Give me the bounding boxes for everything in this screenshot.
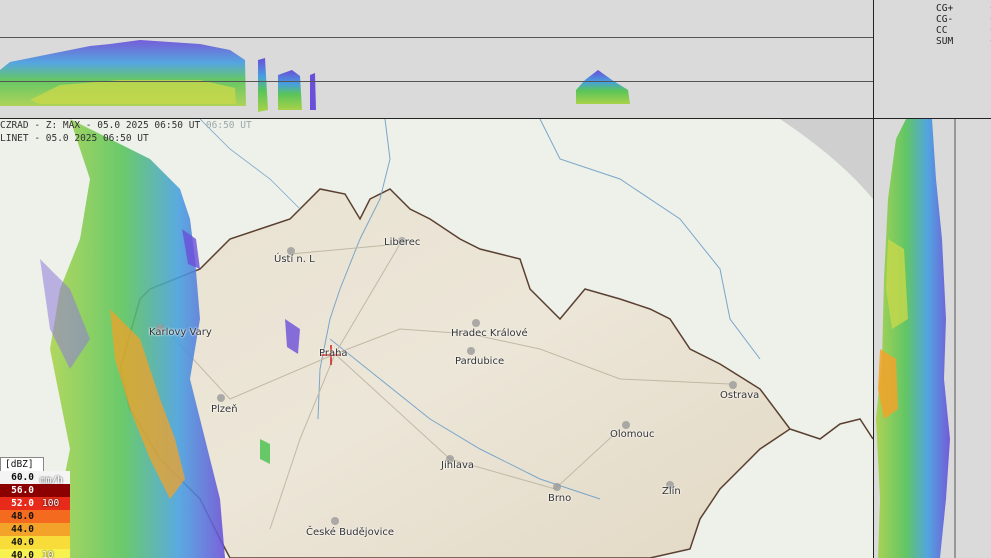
top-cross-section-panel [0, 0, 873, 118]
right-cross-section-panel [874, 119, 991, 558]
lightning-stats-table: CG+0 CG-0 CC0 SUM0 [936, 3, 991, 47]
city-dot [217, 394, 225, 402]
panel-divider-horizontal [0, 118, 991, 119]
map-header-text: CZRAD - Z: MAX - 05.0 2025 06:50 UT 06:5… [0, 119, 252, 145]
city-dot [622, 421, 630, 429]
city-dot [472, 319, 480, 327]
legend-row: 44.0 [0, 523, 70, 536]
radar-timestamp: CZRAD - Z: MAX - 05.0 2025 06:50 UT [0, 120, 201, 131]
top-cross-section-echo [0, 40, 630, 112]
city-label: Pardubice [455, 356, 505, 367]
radar-timestamp-faded: 06:50 UT [205, 120, 252, 131]
legend-row: 40.0 10 [0, 549, 70, 558]
cross-section-gridline [0, 37, 873, 38]
reflectivity-legend: [dBZ] mm/h 60.0 56.0 52.0 100 48.0 44.0 4… [0, 457, 70, 558]
legend-title: [dBZ] [0, 457, 44, 471]
lightning-stats-panel: CG+0 CG-0 CC0 SUM0 [874, 0, 991, 118]
panel-divider-vertical [873, 0, 874, 558]
radar-map[interactable]: CZRAD - Z: MAX - 05.0 2025 06:50 UT 06:5… [0, 119, 873, 558]
city-dot [553, 483, 561, 491]
city-label: Hradec Králové [451, 328, 528, 339]
city-label: Karlovy Vary [149, 327, 212, 338]
city-dot [331, 517, 339, 525]
city-label: Liberec [384, 237, 421, 248]
city-label: Olomouc [610, 429, 655, 440]
stat-row-cg-minus: CG-0 [936, 14, 991, 25]
cross-section-gridline [0, 81, 873, 82]
city-label: Plzeň [211, 404, 238, 415]
city-label: České Budějovice [306, 527, 395, 538]
city-label: Ostrava [720, 390, 760, 401]
right-cross-section-echo [876, 119, 956, 558]
legend-unit: mm/h [40, 475, 63, 486]
city-dot [729, 381, 737, 389]
stat-row-sum: SUM0 [936, 36, 991, 47]
city-dot [467, 347, 475, 355]
city-label: Ústí n. L [274, 254, 315, 265]
city-label: Zlín [662, 486, 681, 497]
map-background [40, 119, 873, 558]
stat-row-cg-plus: CG+0 [936, 3, 991, 14]
legend-row: 40.0 [0, 536, 70, 549]
city-label: Brno [548, 493, 572, 504]
legend-row: 52.0 100 [0, 497, 70, 510]
city-label: Jihlava [441, 460, 475, 471]
stat-row-cc: CC0 [936, 25, 991, 36]
linet-timestamp: LINET - 05.0 2025 06:50 UT [0, 133, 149, 144]
legend-row: 48.0 [0, 510, 70, 523]
city-label: Praha [319, 348, 348, 359]
